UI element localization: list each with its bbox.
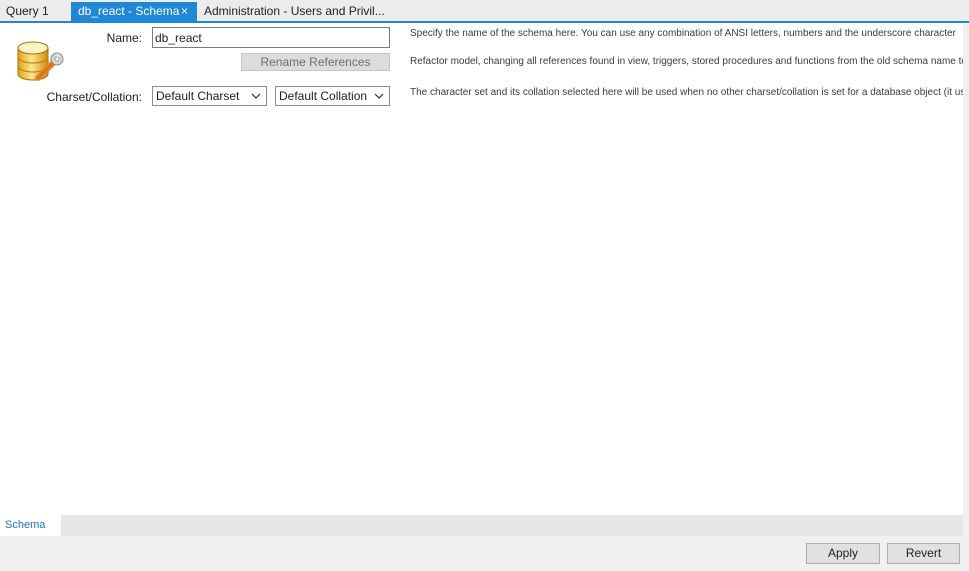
rename-description: Refactor model, changing all references … xyxy=(410,56,969,67)
charset-select[interactable]: Default Charset xyxy=(152,86,267,106)
bottom-tabbar: Schema xyxy=(0,515,963,536)
chevron-down-icon xyxy=(374,93,384,99)
apply-button[interactable]: Apply xyxy=(806,543,880,564)
collation-value: Default Collation xyxy=(279,89,368,103)
charset-description: The character set and its collation sele… xyxy=(410,87,966,98)
chevron-down-icon xyxy=(251,93,261,99)
rename-references-button[interactable]: Rename References xyxy=(241,53,390,71)
collation-select[interactable]: Default Collation xyxy=(275,86,390,106)
tab-db-react-schema[interactable]: db_react - Schema × xyxy=(71,2,197,21)
schema-name-input[interactable] xyxy=(152,27,390,48)
vertical-scrollbar[interactable] xyxy=(963,23,969,571)
close-icon[interactable]: × xyxy=(181,2,188,20)
revert-button[interactable]: Revert xyxy=(887,543,960,564)
name-description: Specify the name of the schema here. You… xyxy=(410,28,956,39)
charset-value: Default Charset xyxy=(156,89,240,103)
editor-tabbar: Query 1 db_react - Schema × Administrati… xyxy=(0,0,969,23)
database-wrench-icon xyxy=(16,40,64,84)
tab-label: db_react - Schema xyxy=(78,4,180,18)
tab-schema[interactable]: Schema xyxy=(0,515,61,536)
tab-query-1[interactable]: Query 1 xyxy=(6,2,49,21)
charset-collation-label: Charset/Collation: xyxy=(46,90,142,104)
tab-administration-users[interactable]: Administration - Users and Privil... xyxy=(204,2,385,21)
name-label: Name: xyxy=(106,31,142,45)
